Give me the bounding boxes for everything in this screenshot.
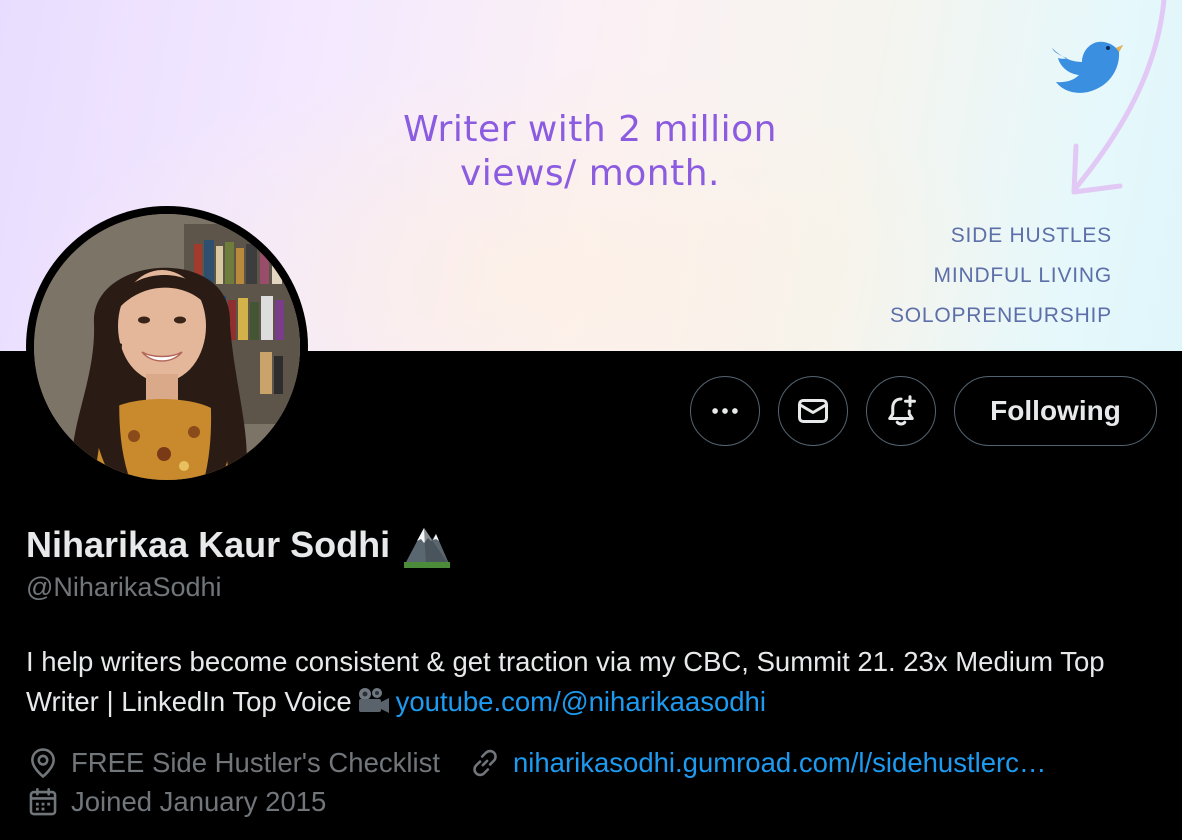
banner-topic-side-hustles: SIDE HUSTLES <box>950 224 1112 247</box>
more-icon <box>712 408 738 414</box>
bio-youtube-link[interactable]: youtube.com/@niharikaasodhi <box>396 686 766 717</box>
location-item: FREE Side Hustler's Checklist <box>26 746 440 780</box>
profile-meta-row: FREE Side Hustler's Checklist niharikaso… <box>26 746 1046 780</box>
banner-topic-mindful-living: MINDFUL LIVING <box>933 264 1112 287</box>
notify-button[interactable] <box>866 376 936 446</box>
banner-tagline-line2: views/ month. <box>459 153 720 194</box>
joined-row: Joined January 2015 <box>26 785 326 819</box>
location-text: FREE Side Hustler's Checklist <box>71 747 440 778</box>
banner-tagline-line1: Writer with 2 million <box>403 109 777 150</box>
banner-tagline: Writer with 2 million views/ month. <box>380 108 800 196</box>
joined-item: Joined January 2015 <box>26 785 326 819</box>
message-button[interactable] <box>778 376 848 446</box>
avatar[interactable] <box>26 206 308 488</box>
curved-arrow-icon <box>1071 0 1167 195</box>
avatar-photo <box>34 214 300 480</box>
profile-bio: I help writers become consistent & get t… <box>26 642 1166 722</box>
display-name: Niharikaa Kaur Sodhi <box>26 524 391 565</box>
location-pin-icon <box>31 748 55 779</box>
more-button[interactable] <box>690 376 760 446</box>
twitter-bird-icon <box>1052 41 1123 93</box>
banner-topic-solopreneurship: SOLOPRENEURSHIP <box>889 304 1112 327</box>
movie-camera-icon <box>358 688 389 713</box>
avatar-portrait <box>34 214 300 480</box>
joined-date: Joined January 2015 <box>71 786 327 817</box>
notification-bell-icon <box>888 395 916 426</box>
website-link[interactable]: niharikasodhi.gumroad.com/l/sidehustlerc… <box>513 747 1046 779</box>
mountain-icon <box>404 528 451 568</box>
calendar-icon <box>29 787 57 816</box>
name-row: Niharikaa Kaur Sodhi <box>26 522 452 568</box>
website-item[interactable]: niharikasodhi.gumroad.com/l/sidehustlerc… <box>468 746 1046 780</box>
profile-page: Writer with 2 million views/ month. SIDE… <box>0 0 1182 840</box>
message-icon <box>798 399 828 423</box>
link-icon <box>473 749 497 777</box>
username-handle: @NiharikaSodhi <box>26 572 222 602</box>
banner-topics: SIDE HUSTLES MINDFUL LIVING SOLOPRENEURS… <box>890 222 1112 342</box>
following-button[interactable]: Following <box>954 376 1157 446</box>
